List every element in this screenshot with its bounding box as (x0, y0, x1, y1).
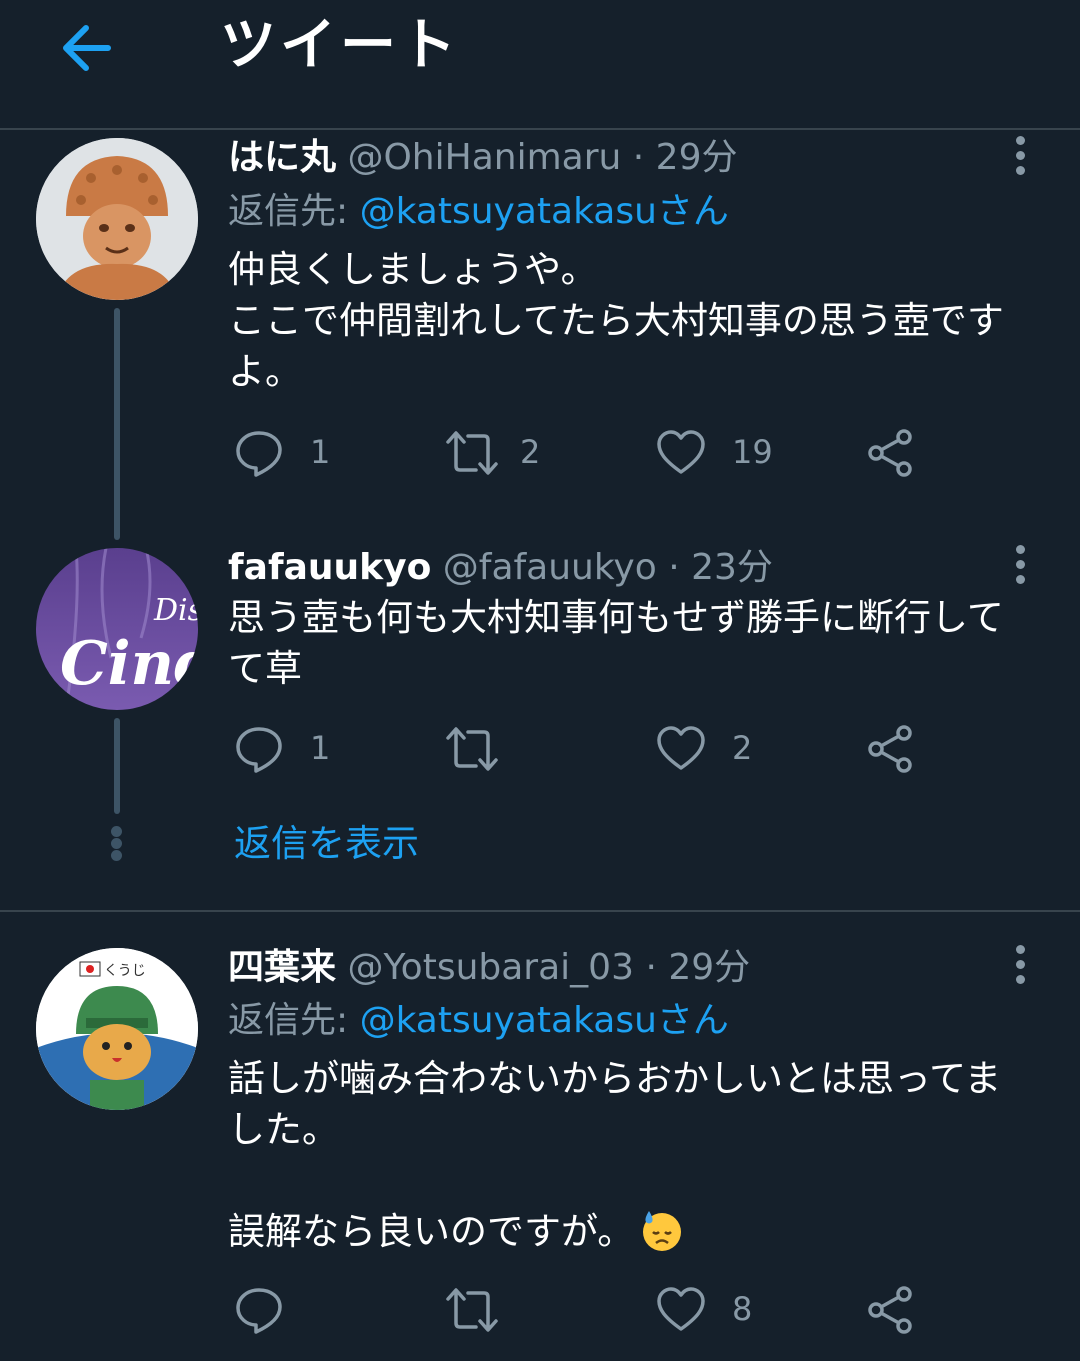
avatar-yotsubarai[interactable]: くうじ (36, 948, 198, 1110)
timestamp: · 29分 (645, 947, 751, 988)
display-name[interactable]: 四葉来 (228, 947, 336, 988)
timestamp: · 23分 (668, 547, 773, 588)
text-line-with-emoji: 誤解なら良いのですが。 (228, 1206, 1038, 1257)
share-icon (868, 429, 912, 477)
like-count: 2 (732, 729, 753, 767)
more-icon[interactable] (1011, 136, 1029, 180)
reply-to: 返信先: @katsuyatakasuさん (228, 186, 729, 238)
more-icon[interactable] (1011, 945, 1029, 989)
like-count: 8 (732, 1290, 753, 1328)
page-title: ツイート (220, 13, 460, 78)
avatar-brand-text: Dis (153, 593, 198, 628)
top-bar: ツイート (0, 0, 1080, 128)
retweet-action[interactable] (444, 724, 574, 774)
retweet-icon (446, 727, 498, 771)
text-line: よ。 (228, 350, 302, 393)
reply-count: 1 (310, 729, 331, 767)
like-icon (657, 1287, 705, 1331)
text-line: て草 (228, 647, 302, 690)
reply-to: 返信先: @katsuyatakasuさん (228, 995, 729, 1047)
tweet-2-header: fafauukyo @fafauukyo · 23分 (228, 544, 773, 592)
retweet-icon (446, 1288, 498, 1332)
reply-to-link[interactable]: @katsuyatakasuさん (360, 1000, 729, 1041)
timestamp: · 29分 (632, 137, 738, 178)
display-name[interactable]: はに丸 (228, 137, 336, 178)
avatar-badge-text: くうじ (104, 963, 146, 979)
text-line-blank (228, 1155, 1038, 1206)
display-name[interactable]: fafauukyo (228, 547, 431, 588)
like-icon (657, 430, 705, 474)
sweat-emoji-icon (643, 1211, 682, 1251)
like-action[interactable]: 8 (656, 1285, 796, 1335)
text-line: 思う壺も何も大村知事何もせず勝手に断行して (228, 596, 1004, 639)
thread-line (114, 308, 120, 540)
text-line: 仲良くしましょうや。 (228, 248, 598, 291)
back-arrow-icon[interactable] (56, 20, 116, 76)
thread-dot (111, 826, 122, 837)
thread-dot (111, 838, 122, 849)
share-icon (868, 1286, 912, 1334)
tweet-1-header: はに丸 @OhiHanimaru · 29分 (228, 134, 737, 182)
like-action[interactable]: 19 (656, 428, 796, 478)
tweet-2-text: 思う壺も何も大村知事何もせず勝手に断行して て草 (228, 592, 1038, 694)
more-icon[interactable] (1011, 545, 1029, 589)
retweet-icon (446, 431, 498, 475)
reply-icon (236, 431, 282, 477)
avatar-fafauukyo[interactable]: Dis Cind (36, 548, 198, 710)
text-line: ここで仲間割れしてたら大村知事の思う壺です (228, 299, 1004, 342)
reply-action[interactable]: 1 (234, 724, 354, 774)
tweet-divider (0, 910, 1080, 912)
share-action[interactable] (866, 428, 916, 478)
text-line: した。 (228, 1108, 339, 1151)
reply-action[interactable]: 1 (234, 428, 354, 478)
reply-action[interactable] (234, 1285, 354, 1335)
handle[interactable]: @fafauukyo (443, 547, 657, 588)
tweet-3-header: 四葉来 @Yotsubarai_03 · 29分 (228, 944, 750, 992)
share-action[interactable] (866, 724, 916, 774)
reply-icon (236, 727, 282, 773)
share-action[interactable] (866, 1285, 916, 1335)
like-action[interactable]: 2 (656, 724, 796, 774)
text-line: 誤解なら良いのですが。 (228, 1210, 635, 1253)
tweet-3-text: 話しが噛み合わないからおかしいとは思ってま した。 誤解なら良いのですが。 (228, 1053, 1038, 1257)
retweet-action[interactable]: 2 (444, 428, 574, 478)
reply-count: 1 (310, 433, 331, 471)
handle[interactable]: @Yotsubarai_03 (347, 947, 634, 988)
text-line: 話しが噛み合わないからおかしいとは思ってま (228, 1057, 1002, 1100)
reply-to-link[interactable]: @katsuyatakasuさん (360, 191, 729, 232)
thread-dot (111, 850, 122, 861)
tweet-1-text: 仲良くしましょうや。 ここで仲間割れしてたら大村知事の思う壺です よ。 (228, 244, 1038, 397)
retweet-action[interactable] (444, 1285, 574, 1335)
avatar-hanimaru[interactable] (36, 138, 198, 300)
retweet-count: 2 (520, 433, 541, 471)
reply-prefix: 返信先: (228, 191, 360, 232)
like-count: 19 (732, 433, 773, 471)
handle[interactable]: @OhiHanimaru (347, 137, 621, 178)
reply-prefix: 返信先: (228, 1000, 360, 1041)
thread-line (114, 718, 120, 814)
avatar-title-text: Cind (60, 629, 198, 699)
show-replies-link[interactable]: 返信を表示 (234, 818, 419, 870)
like-icon (657, 726, 705, 770)
share-icon (868, 725, 912, 773)
header-divider (0, 128, 1080, 130)
reply-icon (236, 1288, 282, 1334)
